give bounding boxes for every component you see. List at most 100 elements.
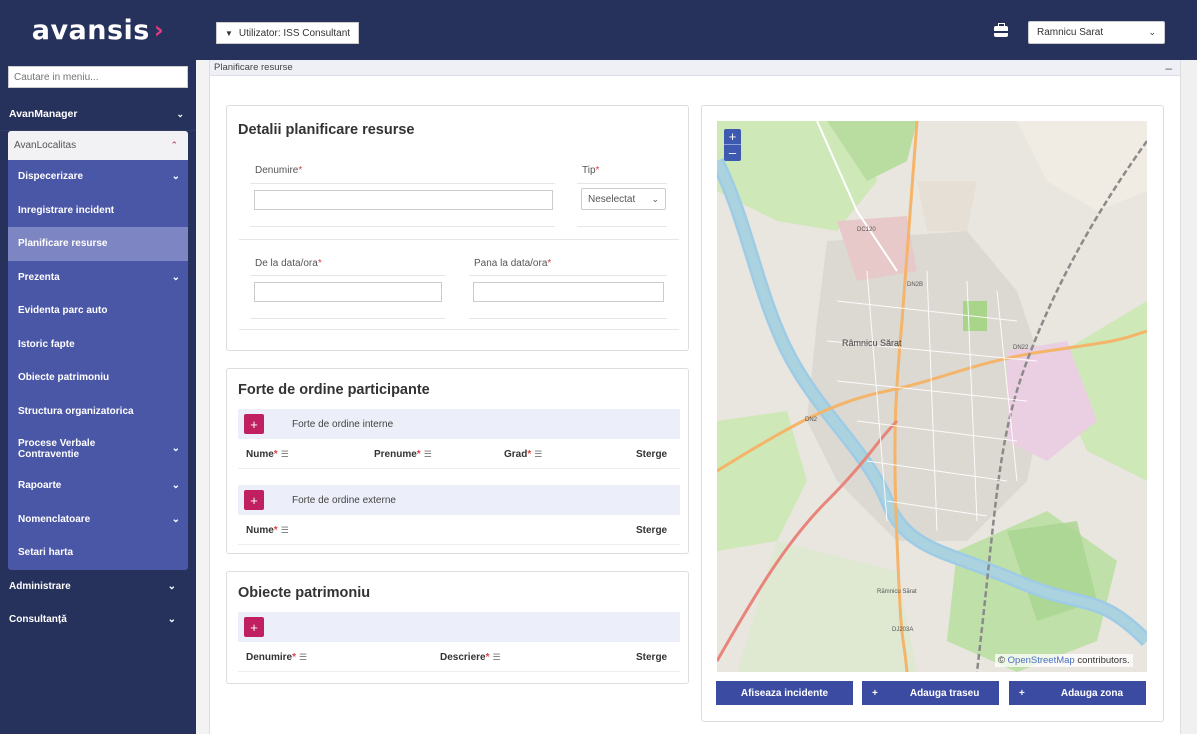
chevron-down-icon: ⌄ [651, 193, 659, 204]
patrimony-title: Obiecte patrimoniu [238, 585, 371, 601]
nav-group-avanlocalitas: AvanLocalitas ⌃ Dispecerizare ⌄ Inregistra… [8, 131, 188, 570]
forces-title: Forte de ordine participante [238, 382, 430, 398]
type-select[interactable]: Neselectat ⌄ [581, 188, 666, 210]
nav-sub-istoric-fapte[interactable]: Istoric fapte [8, 328, 188, 362]
chevron-down-icon: ⌄ [176, 108, 184, 119]
nav-item-administrare[interactable]: Administrare ⌄ [0, 570, 196, 603]
nav-sub-setari-harta[interactable]: Setari harta [8, 536, 188, 570]
patrimony-columns: Denumire* ☰ Descriere* ☰ Sterge [238, 644, 680, 672]
internal-forces-header: + Forte de ordine interne [238, 409, 680, 439]
logo-chevron-icon: › [153, 16, 165, 44]
zoom-out-button[interactable]: – [724, 145, 741, 161]
add-internal-force-button[interactable]: + [244, 414, 264, 434]
col-sterge: Sterge [636, 652, 668, 663]
nav-item-avanmanager[interactable]: AvanManager ⌄ [0, 98, 196, 131]
scrollbar[interactable] [1181, 60, 1197, 734]
top-bar: ▼ Utilizator: ISS Consultant Ramnicu Sar… [196, 0, 1197, 60]
add-patrimony-button[interactable]: + [244, 617, 264, 637]
chevron-up-icon: ⌃ [170, 140, 178, 150]
to-label: Pana la data/ora* [474, 258, 552, 269]
nav-sub-procese-verbale[interactable]: Procese Verbale Contraventie ⌄ [8, 428, 188, 469]
filter-icon[interactable]: ☰ [534, 449, 542, 459]
col-sterge: Sterge [636, 525, 668, 536]
user-label: Utilizator: ISS Consultant [238, 27, 351, 39]
nav-sub-prezenta[interactable]: Prezenta ⌄ [8, 261, 188, 295]
nav-sub-dispecerizare[interactable]: Dispecerizare ⌄ [8, 160, 188, 194]
name-label: Denumire* [255, 165, 303, 176]
zoom-in-button[interactable]: + [724, 129, 741, 145]
nav-sub-planificare-resurse[interactable]: Planificare resurse [8, 227, 188, 261]
add-route-button[interactable]: + Adauga traseu [862, 681, 999, 705]
chevron-down-icon: ⌄ [167, 613, 176, 625]
map-road-label: DC120 [857, 227, 876, 233]
chevron-down-icon: ⌄ [171, 171, 180, 183]
map-road-label: DN2 [805, 417, 818, 423]
filter-icon[interactable]: ☰ [281, 449, 289, 459]
app-logo[interactable]: avansis › [0, 0, 196, 60]
user-dropdown[interactable]: ▼ Utilizator: ISS Consultant [216, 22, 360, 44]
show-incidents-button[interactable]: Afiseaza incidente [716, 681, 853, 705]
nav-sub-obiecte-patrimoniu[interactable]: Obiecte patrimoniu [8, 361, 188, 395]
caret-down-icon: ▼ [225, 28, 233, 38]
type-value: Neselectat [588, 193, 636, 205]
map-canvas: Râmnicu Sărat DC120 DN2 DN2B DN22 DJ203A… [717, 121, 1147, 672]
external-forces-label: Forte de ordine externe [292, 494, 396, 506]
col-denumire[interactable]: Denumire* ☰ [246, 652, 307, 663]
nav-item-consultanta[interactable]: Consultanță ⌄ [0, 603, 196, 636]
col-grad[interactable]: Grad* ☰ [504, 449, 542, 460]
to-datetime-input[interactable] [473, 282, 664, 302]
divider [469, 275, 667, 276]
type-label: Tip* [582, 165, 600, 176]
sidebar: avansis› AvanManager⌄ AvanLocalitas⌃ Dis… [0, 0, 196, 734]
name-input[interactable] [254, 190, 553, 210]
filter-icon[interactable]: ☰ [281, 525, 289, 535]
city-value: Ramnicu Sarat [1037, 27, 1104, 38]
chevron-down-icon: ⌄ [1148, 27, 1156, 37]
col-sterge: Sterge [636, 449, 668, 460]
map-zoom-control: + – [724, 129, 741, 161]
filter-icon[interactable]: ☰ [299, 652, 307, 662]
col-descriere[interactable]: Descriere* ☰ [440, 652, 501, 663]
filter-icon[interactable]: ☰ [424, 449, 432, 459]
divider [250, 275, 445, 276]
nav-sub-rapoarte[interactable]: Rapoarte ⌄ [8, 469, 188, 503]
col-nume[interactable]: Nume* ☰ [246, 525, 289, 536]
divider [250, 318, 445, 319]
forces-panel: Forte de ordine participante + Forte de … [226, 368, 689, 554]
briefcase-icon[interactable] [994, 23, 1008, 37]
nav-sub-structura-organizatorica[interactable]: Structura organizatorica [8, 395, 188, 429]
map-view[interactable]: Râmnicu Sărat DC120 DN2 DN2B DN22 DJ203A… [717, 121, 1147, 672]
col-nume[interactable]: Nume* ☰ [246, 449, 289, 460]
nav-sub-evidenta-parc-auto[interactable]: Evidenta parc auto [8, 294, 188, 328]
patrimony-panel: Obiecte patrimoniu + Denumire* ☰ Descrier… [226, 571, 689, 684]
chevron-down-icon: ⌄ [167, 580, 176, 592]
plus-icon: + [1019, 687, 1025, 699]
nav-sub-inregistrare-incident[interactable]: Inregistrare incident [8, 194, 188, 228]
divider [469, 318, 667, 319]
divider [239, 239, 679, 240]
divider [250, 183, 555, 184]
map-road-label: DN22 [1013, 345, 1029, 351]
add-external-force-button[interactable]: + [244, 490, 264, 510]
menu-search-input[interactable] [8, 66, 188, 88]
internal-forces-label: Forte de ordine interne [292, 418, 394, 430]
chevron-down-icon: ⌄ [171, 443, 180, 454]
col-prenume[interactable]: Prenume* ☰ [374, 449, 432, 460]
add-zone-button[interactable]: + Adauga zona [1009, 681, 1146, 705]
minimize-icon[interactable]: – [1165, 61, 1176, 75]
divider [577, 226, 667, 227]
map-road-label: Rămnicu Sărat [877, 589, 917, 595]
chevron-down-icon: ⌄ [171, 480, 180, 492]
osm-link[interactable]: OpenStreetMap [1008, 655, 1075, 666]
divider [250, 226, 555, 227]
nav-sub-nomenclatoare[interactable]: Nomenclatoare ⌄ [8, 503, 188, 537]
city-select[interactable]: Ramnicu Sarat ⌄ [1028, 21, 1165, 44]
details-title: Detalii planificare resurse [238, 122, 415, 138]
divider [239, 329, 679, 330]
external-forces-header: + Forte de ordine externe [238, 485, 680, 515]
nav-item-avanlocalitas[interactable]: AvanLocalitas ⌃ [8, 131, 188, 160]
filter-icon[interactable]: ☰ [493, 652, 501, 662]
breadcrumb: Planificare resurse – [210, 60, 1180, 76]
from-datetime-input[interactable] [254, 282, 442, 302]
plus-icon: + [872, 687, 878, 699]
